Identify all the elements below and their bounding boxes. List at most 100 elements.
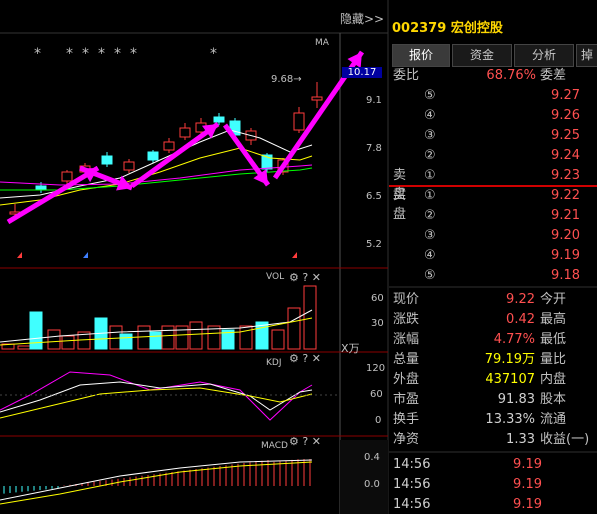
help-icon[interactable]: ? (302, 352, 308, 365)
star-marker: * (82, 46, 89, 62)
sell-level-label: ④ (424, 108, 436, 123)
stat-value: 79.19万 (484, 352, 535, 367)
ma-label: MA (315, 38, 329, 48)
sell-price: 9.23 (551, 168, 580, 183)
buy-price: 9.20 (551, 228, 580, 243)
buy-level-label: ② (424, 208, 436, 223)
current-price-tag: 10.17 (342, 67, 382, 78)
buy-price: 9.21 (551, 208, 580, 223)
stat-right-label: 量比 (540, 352, 567, 367)
weibi-label: 委比 (393, 68, 420, 83)
price-tick: 5.2 (366, 239, 382, 250)
sell-level-label: ② (424, 148, 436, 163)
help-icon[interactable]: ? (302, 435, 308, 448)
weicha-label: 委差 (540, 68, 567, 83)
close-icon[interactable]: ✕ (312, 435, 321, 448)
kdj-tick: 0 (375, 415, 382, 426)
volume-bar (149, 331, 163, 350)
sell-price: 9.27 (551, 88, 580, 103)
tab-quote[interactable]: 报价 (392, 44, 450, 67)
stat-label: 现价 (393, 292, 420, 307)
candlestick (179, 123, 191, 140)
volume-bar (161, 325, 175, 350)
volume-bar (61, 335, 75, 350)
stat-label: 总量 (393, 352, 420, 367)
stat-value: 4.77% (493, 332, 535, 347)
close-icon[interactable]: ✕ (312, 352, 321, 365)
buy-price: 9.22 (551, 188, 580, 203)
kdj-title: KDJ (266, 358, 282, 368)
buy-level-label: ④ (424, 248, 436, 263)
macd-title: MACD (261, 441, 288, 451)
buy-label: 买盘 (393, 188, 407, 222)
star-marker: * (98, 46, 105, 62)
stat-label: 外盘 (393, 372, 420, 387)
candlestick (311, 82, 323, 108)
volume-bar (287, 307, 301, 350)
stat-label: 涨跌 (393, 312, 420, 327)
vol-controls: ⚙ ? ✕ (289, 271, 321, 284)
candlestick (163, 138, 175, 153)
star-marker: * (34, 46, 41, 62)
stat-right-label: 今开 (540, 292, 567, 307)
tab-analysis[interactable]: 分析 (514, 44, 574, 67)
gear-icon[interactable]: ⚙ (289, 435, 299, 448)
sell-price: 9.24 (551, 148, 580, 163)
tab-funds[interactable]: 资金 (452, 44, 512, 67)
volume-bar (47, 329, 61, 350)
tab-more[interactable]: 掉 (576, 44, 597, 67)
help-icon[interactable]: ? (302, 271, 308, 284)
stat-right-label: 内盘 (540, 372, 567, 387)
star-marker: * (114, 46, 121, 62)
candlestick (293, 107, 305, 133)
price-tick: 7.8 (366, 143, 382, 154)
stat-right-label: 收益(一) (540, 432, 590, 447)
volume-bar (189, 321, 203, 350)
buy-price: 9.19 (551, 248, 580, 263)
buy-level-label: ⑤ (424, 268, 436, 283)
sell-level-label: ⑤ (424, 88, 436, 103)
stat-value: 1.33 (506, 432, 535, 447)
weibi-value: 68.76% (486, 68, 536, 83)
candlestick (123, 159, 135, 173)
tick-time: 14:56 (393, 457, 431, 472)
signal-marker (17, 252, 22, 258)
macd-controls: ⚙ ? ✕ (289, 435, 321, 448)
stat-label: 市盈 (393, 392, 420, 407)
stat-value: 0.42 (506, 312, 535, 327)
volume-bar (239, 325, 253, 350)
stock-code: 002379 (392, 21, 447, 36)
stat-right-label: 最高 (540, 312, 567, 327)
vol-tick: 30 (371, 318, 384, 329)
volume-bar (271, 329, 285, 350)
macd-tick: 0.0 (364, 479, 380, 490)
tick-price: 9.19 (513, 477, 542, 492)
kdj-k-line (0, 381, 313, 413)
stock-name: 宏创控股 (450, 21, 503, 36)
gear-icon[interactable]: ⚙ (289, 352, 299, 365)
kdj-d-line (0, 387, 313, 419)
stat-right-label: 流通 (540, 412, 567, 427)
buy-price: 9.18 (551, 268, 580, 283)
macd-dif-line (0, 459, 313, 501)
buy-level-label: ③ (424, 228, 436, 243)
vol-tick: 60 (371, 293, 384, 304)
signal-marker (292, 252, 297, 258)
stat-label: 换手 (393, 412, 420, 427)
stat-label: 涨幅 (393, 332, 420, 347)
volume-bar (303, 285, 317, 350)
signal-marker (83, 252, 88, 258)
close-icon[interactable]: ✕ (312, 271, 321, 284)
quote-tabs: 报价 资金 分析 掉 (390, 44, 597, 67)
tick-time: 14:56 (393, 477, 431, 492)
sell-level-label: ③ (424, 128, 436, 143)
stat-value: 91.83 (497, 392, 535, 407)
tick-price: 9.19 (513, 457, 542, 472)
stat-right-label: 股本 (540, 392, 567, 407)
gear-icon[interactable]: ⚙ (289, 271, 299, 284)
hide-toggle-button[interactable]: 隐藏>> (340, 10, 384, 27)
high-price-label: 9.68→ (271, 74, 302, 85)
stat-right-label: 最低 (540, 332, 567, 347)
star-marker: * (66, 46, 73, 62)
sell-price: 9.25 (551, 128, 580, 143)
